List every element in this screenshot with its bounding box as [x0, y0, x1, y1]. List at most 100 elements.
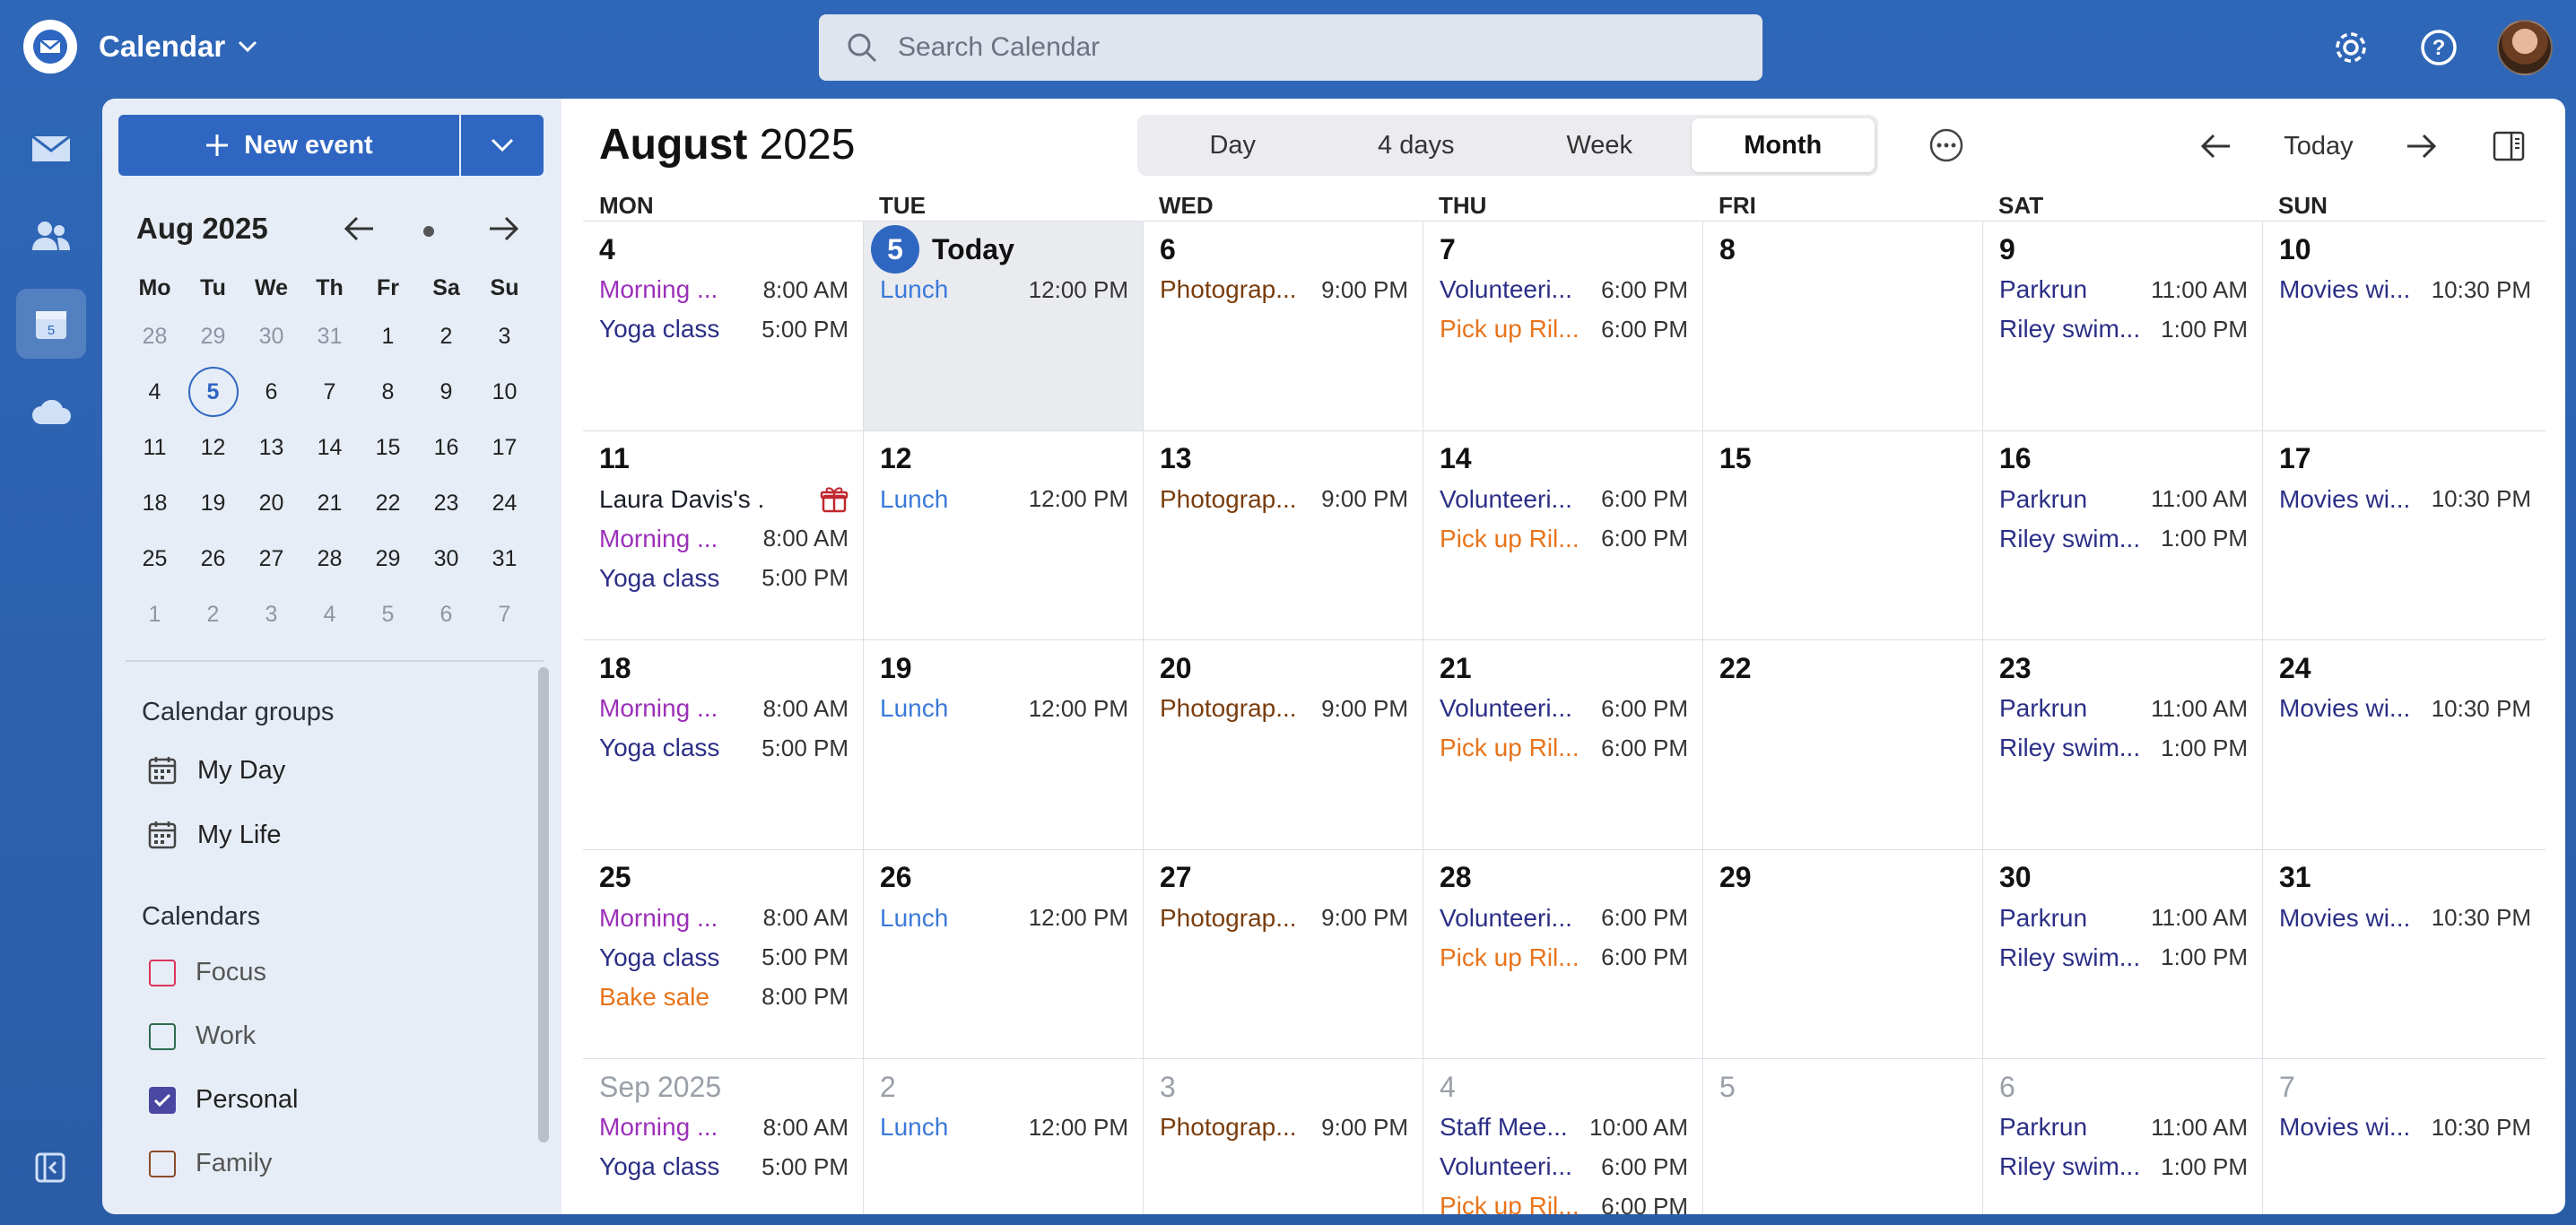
mini-day[interactable]: 25	[126, 531, 184, 586]
event-item[interactable]: Photograp... 9:00 PM	[1160, 689, 1408, 728]
calendar-item-work[interactable]: Work	[149, 1021, 490, 1051]
calendar-item-focus[interactable]: Focus	[149, 958, 490, 987]
day-cell[interactable]: 16 Parkrun 11:00 AM Riley swim... 1:00 PM	[1982, 430, 2262, 639]
mini-day[interactable]: 1	[126, 586, 184, 642]
event-item[interactable]: Parkrun 11:00 AM	[1999, 480, 2248, 519]
mini-today-dot-button[interactable]	[423, 226, 434, 237]
event-item[interactable]: Riley swim... 1:00 PM	[1999, 1147, 2248, 1186]
sidebar-scrollbar[interactable]	[538, 667, 549, 1142]
mini-day[interactable]: 28	[126, 308, 184, 364]
view-month-tab[interactable]: Month	[1691, 118, 1875, 172]
event-item[interactable]: Riley swim... 1:00 PM	[1999, 519, 2248, 559]
toggle-side-panel-icon[interactable]	[2492, 129, 2526, 163]
mini-day[interactable]: 28	[300, 531, 359, 586]
event-item[interactable]: Movies wi... 10:30 PM	[2279, 689, 2531, 728]
day-cell[interactable]: 12 Lunch 12:00 PM	[863, 430, 1143, 639]
group-item-my-day[interactable]: My Day	[147, 755, 285, 786]
day-cell[interactable]: 15	[1702, 430, 1982, 639]
event-item[interactable]: Pick up Ril... 6:00 PM	[1440, 728, 1688, 768]
view-week-tab[interactable]: Week	[1508, 118, 1692, 172]
mini-day[interactable]: 1	[359, 308, 417, 364]
mini-day[interactable]: 3	[242, 586, 300, 642]
day-cell[interactable]: 30 Parkrun 11:00 AM Riley swim... 1:00 PM	[1982, 848, 2262, 1058]
calendar-item-personal[interactable]: Personal	[149, 1085, 490, 1115]
search-bar[interactable]	[819, 14, 1762, 81]
mini-day[interactable]: 22	[359, 475, 417, 531]
event-item[interactable]: Volunteeri... 6:00 PM	[1440, 689, 1688, 728]
cloud-icon[interactable]	[16, 377, 86, 447]
day-cell[interactable]: 6 Parkrun 11:00 AM Riley swim... 1:00 PM	[1982, 1058, 2262, 1214]
event-item[interactable]: Pick up Ril... 6:00 PM	[1440, 938, 1688, 977]
mini-day[interactable]: 31	[300, 308, 359, 364]
day-cell[interactable]: 3 Photograp... 9:00 PM	[1143, 1058, 1423, 1214]
event-item[interactable]: Movies wi... 10:30 PM	[2279, 270, 2531, 309]
mini-day[interactable]: 30	[242, 308, 300, 364]
mini-day[interactable]: 21	[300, 475, 359, 531]
mini-day[interactable]: 2	[184, 586, 242, 642]
event-item[interactable]: Lunch 12:00 PM	[880, 270, 1128, 309]
calendar-checkbox[interactable]	[149, 1086, 176, 1114]
mini-day[interactable]: 10	[475, 364, 534, 420]
mini-day[interactable]: 7	[300, 364, 359, 420]
day-cell[interactable]: 14 Volunteeri... 6:00 PM Pick up Ril... 6:00…	[1423, 430, 1702, 639]
day-cell[interactable]: 22	[1702, 639, 1982, 849]
mini-day[interactable]: 17	[475, 420, 534, 475]
event-item[interactable]: Pick up Ril... 6:00 PM	[1440, 519, 1688, 559]
day-cell[interactable]: 18 Morning ... 8:00 AM Yoga class 5:00 PM	[583, 639, 863, 849]
mini-prev-arrow-icon[interactable]	[343, 212, 377, 246]
mini-day[interactable]: 18	[126, 475, 184, 531]
day-cell[interactable]: 26 Lunch 12:00 PM	[863, 848, 1143, 1058]
day-cell[interactable]: 21 Volunteeri... 6:00 PM Pick up Ril... 6:00…	[1423, 639, 1702, 849]
mini-day[interactable]: 20	[242, 475, 300, 531]
mini-day[interactable]: 19	[184, 475, 242, 531]
calendar-checkbox[interactable]	[149, 1150, 176, 1177]
day-cell[interactable]: 23 Parkrun 11:00 AM Riley swim... 1:00 PM	[1982, 639, 2262, 849]
day-cell[interactable]: 29	[1702, 848, 1982, 1058]
mini-day[interactable]: 4	[300, 586, 359, 642]
event-item[interactable]: Parkrun 11:00 AM	[1999, 899, 2248, 938]
mini-day[interactable]: 27	[242, 531, 300, 586]
mini-day[interactable]: 8	[359, 364, 417, 420]
calendar-item-family[interactable]: Family	[149, 1149, 490, 1178]
event-item[interactable]: Pick up Ril... 6:00 PM	[1440, 309, 1688, 349]
event-item[interactable]: Volunteeri... 6:00 PM	[1440, 899, 1688, 938]
view-4days-tab[interactable]: 4 days	[1325, 118, 1509, 172]
today-button[interactable]: Today	[2269, 124, 2368, 169]
mini-day[interactable]: 5	[359, 586, 417, 642]
event-item[interactable]: Riley swim... 1:00 PM	[1999, 728, 2248, 768]
mini-day[interactable]: 15	[359, 420, 417, 475]
mini-day-today[interactable]: 5	[184, 364, 242, 420]
day-cell[interactable]: 10 Movies wi... 10:30 PM	[2262, 221, 2546, 430]
event-item[interactable]: Photograp... 9:00 PM	[1160, 270, 1408, 309]
mail-icon[interactable]	[16, 113, 86, 183]
event-item[interactable]: Lunch 12:00 PM	[880, 899, 1128, 938]
mini-day[interactable]: 29	[184, 308, 242, 364]
event-item[interactable]: Yoga class 5:00 PM	[599, 938, 849, 977]
mini-day[interactable]: 24	[475, 475, 534, 531]
day-cell[interactable]: 7 Volunteeri... 6:00 PM Pick up Ril... 6:00 …	[1423, 221, 1702, 430]
day-cell[interactable]: 8	[1702, 221, 1982, 430]
day-cell[interactable]: 6 Photograp... 9:00 PM	[1143, 221, 1423, 430]
event-item[interactable]: Photograp... 9:00 PM	[1160, 899, 1408, 938]
event-item[interactable]: Photograp... 9:00 PM	[1160, 480, 1408, 519]
event-item[interactable]: Yoga class 5:00 PM	[599, 1147, 849, 1186]
event-item[interactable]: Volunteeri... 6:00 PM	[1440, 1147, 1688, 1186]
event-item[interactable]: Morning ... 8:00 AM	[599, 689, 849, 728]
mini-day[interactable]: 2	[417, 308, 475, 364]
day-cell[interactable]: 20 Photograp... 9:00 PM	[1143, 639, 1423, 849]
event-item[interactable]: Morning ... 8:00 AM	[599, 1108, 849, 1147]
mini-day[interactable]: 11	[126, 420, 184, 475]
event-item[interactable]: Lunch 12:00 PM	[880, 480, 1128, 519]
mini-next-arrow-icon[interactable]	[486, 212, 520, 246]
day-cell[interactable]: 9 Parkrun 11:00 AM Riley swim... 1:00 PM	[1982, 221, 2262, 430]
day-cell[interactable]: Sep 2025 Morning ... 8:00 AM Yoga class 5:00 …	[583, 1058, 863, 1214]
event-item[interactable]: Parkrun 11:00 AM	[1999, 1108, 2248, 1147]
day-cell[interactable]: 27 Photograp... 9:00 PM	[1143, 848, 1423, 1058]
mini-day[interactable]: 12	[184, 420, 242, 475]
mini-day[interactable]: 26	[184, 531, 242, 586]
event-item[interactable]: Laura Davis's ...	[599, 480, 849, 519]
event-item[interactable]: Movies wi... 10:30 PM	[2279, 899, 2531, 938]
help-icon[interactable]: ?	[2416, 25, 2461, 70]
view-day-tab[interactable]: Day	[1141, 118, 1325, 172]
mini-day[interactable]: 7	[475, 586, 534, 642]
